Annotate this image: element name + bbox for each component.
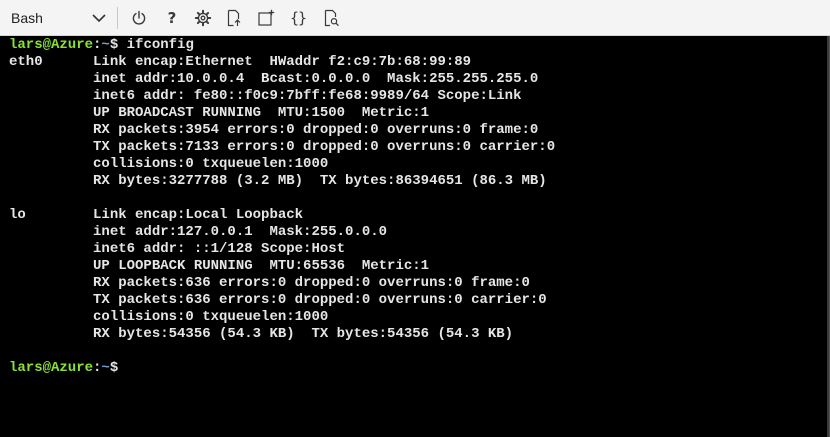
web-preview-icon <box>324 9 339 27</box>
prompt-user-host: lars@Azure <box>9 37 94 53</box>
restart-button[interactable] <box>128 7 150 29</box>
prompt-path: ~ <box>101 37 110 53</box>
terminal-prompt-line: lars@Azure:~$ <box>9 360 127 377</box>
cloud-shell-toolbar: Bash ? {} <box>0 0 830 36</box>
output-line: inet6 addr: ::1/128 Scope:Host <box>9 241 346 257</box>
output-line: TX packets:7133 errors:0 dropped:0 overr… <box>9 139 556 155</box>
output-line: TX packets:636 errors:0 dropped:0 overru… <box>9 292 547 308</box>
output-line: collisions:0 txqueuelen:1000 <box>9 309 329 325</box>
new-session-icon <box>258 9 275 26</box>
prompt-user-host: lars@Azure <box>9 360 94 376</box>
gear-icon <box>194 9 212 27</box>
new-session-button[interactable] <box>255 7 277 29</box>
output-line: RX bytes:54356 (54.3 KB) TX bytes:54356 … <box>9 326 514 342</box>
settings-button[interactable] <box>192 7 214 29</box>
command-text: ifconfig <box>126 37 194 53</box>
output-line: inet6 addr: fe80::f0c9:7bff:fe68:9989/64… <box>9 88 522 104</box>
upload-download-button[interactable] <box>223 7 245 29</box>
output-line: RX bytes:3277788 (3.2 MB) TX bytes:86394… <box>9 173 547 189</box>
question-icon: ? <box>167 8 177 27</box>
terminal-command-line: lars@Azure:~$ ifconfig <box>9 37 194 54</box>
shell-type-dropdown[interactable]: Bash <box>0 0 114 35</box>
editor-button[interactable]: {} <box>287 7 309 29</box>
braces-icon: {} <box>289 8 307 27</box>
terminal-screen[interactable]: lars@Azure:~$ ifconfig eth0 Link encap:E… <box>0 36 830 437</box>
help-button[interactable]: ? <box>161 7 183 29</box>
chevron-down-icon <box>92 14 106 23</box>
output-line: RX packets:636 errors:0 dropped:0 overru… <box>9 275 530 291</box>
output-line: RX packets:3954 errors:0 dropped:0 overr… <box>9 122 539 138</box>
output-line: inet addr:10.0.0.4 Bcast:0.0.0.0 Mask:25… <box>9 71 539 87</box>
output-line: UP BROADCAST RUNNING MTU:1500 Metric:1 <box>9 105 430 121</box>
shell-type-label: Bash <box>11 9 43 26</box>
output-line: inet addr:127.0.0.1 Mask:255.0.0.0 <box>9 224 388 240</box>
prompt-symbol: $ <box>109 37 127 53</box>
output-line: eth0 Link encap:Ethernet HWaddr f2:c9:7b… <box>9 54 472 70</box>
toolbar-divider <box>117 7 118 29</box>
power-icon <box>132 10 146 25</box>
output-line: collisions:0 txqueuelen:1000 <box>9 156 329 172</box>
prompt-path: ~ <box>101 360 110 376</box>
prompt-symbol: $ <box>109 360 127 376</box>
terminal-scrollbar[interactable] <box>827 36 829 437</box>
output-line: lo Link encap:Local Loopback <box>9 207 304 223</box>
file-transfer-icon <box>227 9 241 27</box>
web-preview-button[interactable] <box>320 7 342 29</box>
output-line: UP LOOPBACK RUNNING MTU:65536 Metric:1 <box>9 258 430 274</box>
